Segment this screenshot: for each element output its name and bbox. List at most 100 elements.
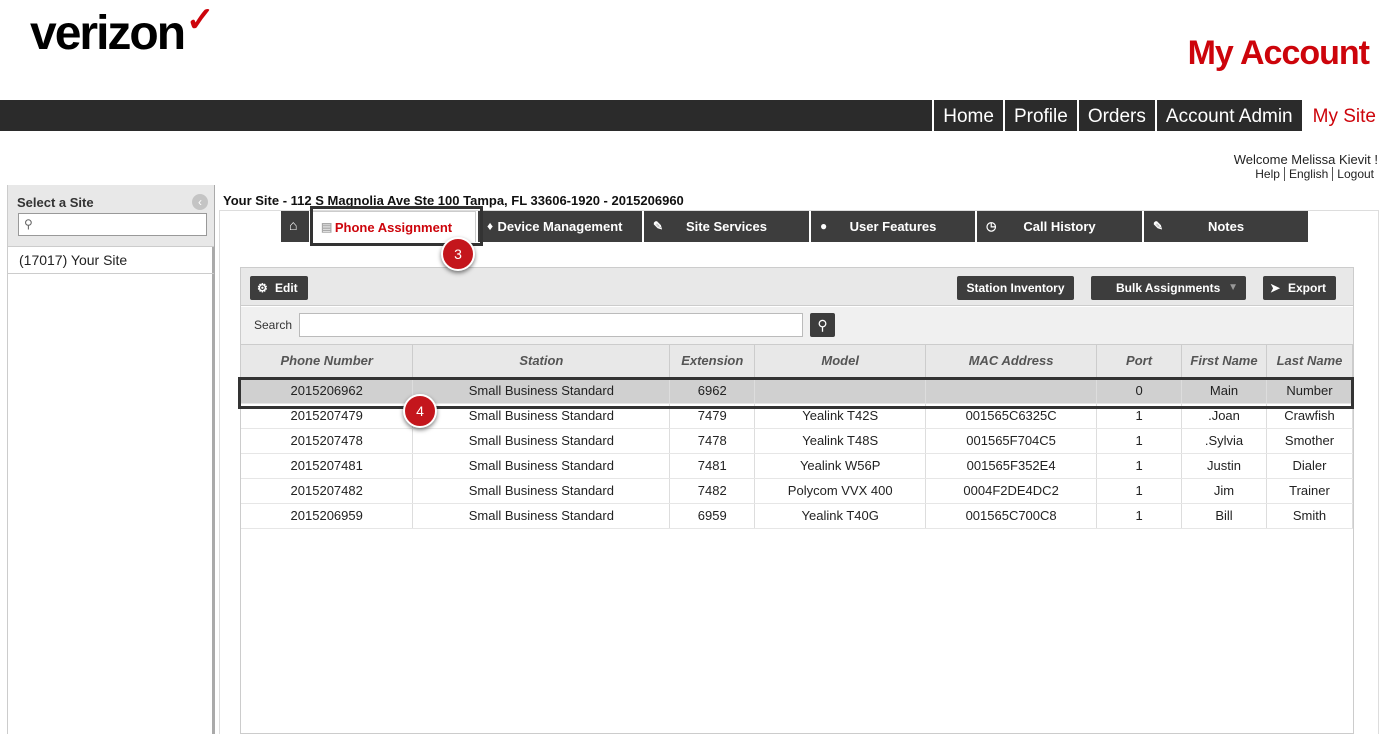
chevron-down-icon: ▼ xyxy=(1228,282,1238,293)
cell-mac-address: 001565F704C5 xyxy=(925,428,1098,454)
column-header-port[interactable]: Port xyxy=(1096,345,1183,379)
search-label: Search xyxy=(254,318,293,332)
phone-assignment-panel: ⚙ Edit Station Inventory Bulk Assignment… xyxy=(240,267,1354,734)
tab-site-services[interactable]: ✎ Site Services xyxy=(644,211,809,242)
column-header-last-name[interactable]: Last Name xyxy=(1266,345,1354,379)
gear-icon: ⚙ xyxy=(257,281,268,295)
cell-phone-number: 2015207478 xyxy=(241,428,414,454)
table-row[interactable]: 2015206959 Small Business Standard 6959 … xyxy=(241,503,1354,529)
search-input[interactable] xyxy=(299,313,803,337)
cell-extension: 6959 xyxy=(669,503,756,529)
cell-last-name: Smith xyxy=(1266,503,1354,529)
cell-extension: 7478 xyxy=(669,428,756,454)
cell-mac-address: 0004F2DE4DC2 xyxy=(925,478,1098,504)
step-badge-4: 4 xyxy=(403,394,437,428)
cell-model: Polycom VVX 400 xyxy=(754,478,927,504)
search-icon: ⚲ xyxy=(817,317,828,333)
logo-text: verizon xyxy=(30,7,186,60)
cell-model: Yealink T40G xyxy=(754,503,927,529)
pencil-icon: ✎ xyxy=(1153,219,1164,233)
nav-home[interactable]: Home xyxy=(932,100,1003,131)
tab-label: Notes xyxy=(1207,219,1245,234)
nav-orders[interactable]: Orders xyxy=(1076,100,1155,131)
cell-first-name: Jim xyxy=(1181,478,1267,504)
column-header-mac-address[interactable]: MAC Address xyxy=(925,345,1098,379)
station-inventory-button[interactable]: Station Inventory xyxy=(957,276,1074,300)
cell-phone-number: 2015207482 xyxy=(241,478,414,504)
column-header-first-name[interactable]: First Name xyxy=(1181,345,1267,379)
cell-station: Small Business Standard xyxy=(412,453,671,479)
help-link[interactable]: Help xyxy=(1251,167,1285,181)
site-selector-title: Select a Site xyxy=(17,195,94,210)
tab-notes[interactable]: ✎ Notes xyxy=(1144,211,1308,242)
column-header-phone-number[interactable]: Phone Number xyxy=(241,345,414,379)
cell-model: Yealink W56P xyxy=(754,453,927,479)
site-selector-header: Select a Site ‹ ⚲ xyxy=(8,185,214,247)
cell-phone-number: 2015206959 xyxy=(241,503,414,529)
bulk-assignments-label: Bulk Assignments xyxy=(1116,281,1221,295)
table-row[interactable]: 2015207482 Small Business Standard 7482 … xyxy=(241,478,1354,504)
cell-station: Small Business Standard xyxy=(412,503,671,529)
bulk-assignments-button[interactable]: Bulk Assignments ▼ xyxy=(1091,276,1246,300)
cell-first-name: Bill xyxy=(1181,503,1267,529)
cell-extension: 7481 xyxy=(669,453,756,479)
export-label: Export xyxy=(1288,281,1327,295)
cell-port: 1 xyxy=(1096,428,1183,454)
user-icon: ● xyxy=(820,219,828,233)
cell-phone-number: 2015207481 xyxy=(241,453,414,479)
tab-device-management[interactable]: ♦ Device Management xyxy=(478,211,642,242)
cell-extension: 7482 xyxy=(669,478,756,504)
phone-assignment-table: Phone Number Station Extension Model MAC… xyxy=(241,345,1354,529)
cell-last-name: Trainer xyxy=(1266,478,1354,504)
column-header-station[interactable]: Station xyxy=(412,345,671,379)
grid-search-bar: Search ⚲ xyxy=(241,307,1353,345)
column-header-model[interactable]: Model xyxy=(754,345,927,379)
site-search-input[interactable]: ⚲ xyxy=(18,213,207,236)
cell-first-name: Justin xyxy=(1181,453,1267,479)
cell-mac-address: 001565F352E4 xyxy=(925,453,1098,479)
step-badge-3: 3 xyxy=(441,237,475,271)
tab-label: Device Management xyxy=(497,219,623,234)
cell-port: 1 xyxy=(1096,503,1183,529)
clock-icon: ◷ xyxy=(986,219,997,233)
page-title: My Account xyxy=(1187,34,1370,72)
tab-label: Site Services xyxy=(686,219,767,234)
edit-icon: ✎ xyxy=(653,219,664,233)
tab-call-history[interactable]: ◷ Call History xyxy=(977,211,1142,242)
collapse-panel-icon[interactable]: ‹ xyxy=(192,194,208,210)
table-row[interactable]: 2015207478 Small Business Standard 7478 … xyxy=(241,428,1354,454)
top-navigation: Home Profile Orders Account Admin My Sit… xyxy=(0,100,1385,131)
export-button[interactable]: ➤ Export xyxy=(1263,276,1336,300)
logout-link[interactable]: Logout xyxy=(1333,167,1378,181)
logo-check-icon: ✓ xyxy=(186,1,214,39)
edit-label: Edit xyxy=(275,281,298,295)
column-header-extension[interactable]: Extension xyxy=(669,345,756,379)
header: verizon✓ My Account xyxy=(0,0,1385,100)
tab-label: User Features xyxy=(849,219,937,234)
utility-links: Help English Logout xyxy=(1251,167,1378,181)
home-icon: ⌂ xyxy=(289,217,298,233)
grid-toolbar: ⚙ Edit Station Inventory Bulk Assignment… xyxy=(241,268,1353,306)
verizon-logo[interactable]: verizon✓ xyxy=(30,1,215,61)
cell-station: Small Business Standard xyxy=(412,428,671,454)
table-row[interactable]: 2015207481 Small Business Standard 7481 … xyxy=(241,453,1354,479)
site-selector-panel: Select a Site ‹ ⚲ (17017) Your Site xyxy=(7,185,215,734)
site-list-item[interactable]: (17017) Your Site xyxy=(8,248,214,274)
cell-last-name: Smother xyxy=(1266,428,1354,454)
tab-user-features[interactable]: ● User Features xyxy=(811,211,975,242)
language-link[interactable]: English xyxy=(1285,167,1334,181)
cell-station: Small Business Standard xyxy=(412,478,671,504)
nav-profile[interactable]: Profile xyxy=(1002,100,1077,131)
search-button[interactable]: ⚲ xyxy=(810,313,835,337)
search-icon: ⚲ xyxy=(24,217,33,231)
cell-model: Yealink T48S xyxy=(754,428,927,454)
cell-last-name: Dialer xyxy=(1266,453,1354,479)
nav-account-admin[interactable]: Account Admin xyxy=(1154,100,1302,131)
share-arrow-icon: ➤ xyxy=(1270,281,1281,295)
welcome-text: Welcome Melissa Kievit ! xyxy=(1233,152,1378,167)
edit-button[interactable]: ⚙ Edit xyxy=(250,276,308,300)
cell-mac-address: 001565C700C8 xyxy=(925,503,1098,529)
tab-home[interactable]: ⌂ xyxy=(281,211,309,242)
tab-label: Call History xyxy=(1023,219,1096,234)
nav-my-site[interactable]: My Site xyxy=(1301,100,1385,131)
